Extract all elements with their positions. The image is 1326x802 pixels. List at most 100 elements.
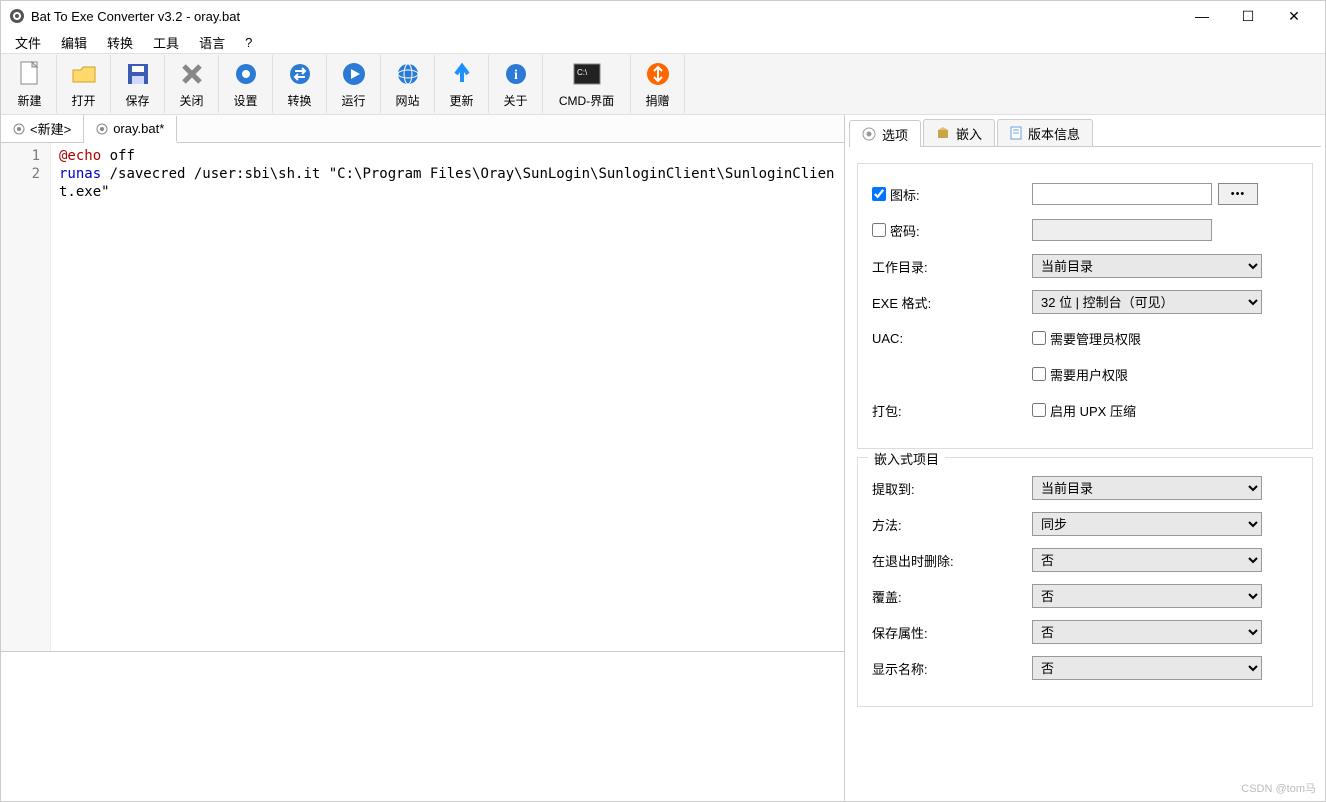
uac-label: UAC: [872, 331, 1032, 346]
line-gutter: 12 [1, 143, 51, 651]
row-password: 密码: [872, 218, 1298, 242]
row-icon: 图标: ••• [872, 182, 1298, 206]
properties-pane: 选项 嵌入 版本信息 图标: ••• 密 [845, 115, 1325, 801]
window-controls: — ☐ ✕ [1179, 1, 1317, 31]
tool-convert[interactable]: 转换 [273, 55, 327, 113]
editor-pane: <新建> oray.bat* 12 @echo off runas /savec… [1, 115, 845, 801]
document-icon [1010, 126, 1022, 140]
menu-convert[interactable]: 转换 [97, 31, 143, 54]
menu-tools[interactable]: 工具 [143, 31, 189, 54]
exefmt-select[interactable]: 32 位 | 控制台（可见） [1032, 290, 1262, 314]
output-pane [1, 651, 844, 801]
right-tabs: 选项 嵌入 版本信息 [849, 119, 1321, 147]
password-checkbox[interactable]: 密码: [872, 221, 1032, 240]
extract-select[interactable]: 当前目录 [1032, 476, 1262, 500]
method-select[interactable]: 同步 [1032, 512, 1262, 536]
folder-open-icon [70, 60, 98, 88]
row-pack: 打包: 启用 UPX 压缩 [872, 398, 1298, 422]
icon-checkbox[interactable]: 图标: [872, 185, 1032, 204]
window-title: Bat To Exe Converter v3.2 - oray.bat [31, 9, 1179, 24]
svg-text:C:\: C:\ [577, 68, 588, 77]
tab-oray[interactable]: oray.bat* [84, 116, 177, 143]
maximize-button[interactable]: ☐ [1225, 1, 1271, 31]
embed-group: 嵌入式项目 提取到:当前目录 方法:同步 在退出时删除:否 覆盖:否 保存属性:… [857, 457, 1313, 707]
gear-icon [232, 60, 260, 88]
tool-about[interactable]: i关于 [489, 55, 543, 113]
row-uac2: 需要用户权限 [872, 362, 1298, 386]
arrow-up-icon [448, 60, 476, 88]
tab-embed[interactable]: 嵌入 [923, 119, 995, 146]
info-icon: i [502, 60, 530, 88]
delete-select[interactable]: 否 [1032, 548, 1262, 572]
close-file-icon [178, 60, 206, 88]
tool-cmd[interactable]: C:\CMD-界面 [543, 55, 631, 113]
menu-language[interactable]: 语言 [189, 31, 235, 54]
row-uac: UAC: 需要管理员权限 [872, 326, 1298, 350]
row-exefmt: EXE 格式: 32 位 | 控制台（可见） [872, 290, 1298, 314]
tab-new[interactable]: <新建> [1, 115, 84, 142]
package-icon [936, 126, 950, 140]
play-icon [340, 60, 368, 88]
app-icon [9, 8, 25, 24]
embed-group-title: 嵌入式项目 [868, 449, 945, 468]
tool-donate[interactable]: 捐赠 [631, 55, 685, 113]
toolbar: 新建 打开 保存 关闭 设置 转换 运行 网站 更新 i关于 C:\CMD-界面… [1, 53, 1325, 115]
overwrite-label: 覆盖: [872, 587, 1032, 606]
delete-label: 在退出时删除: [872, 551, 1032, 570]
titlebar: Bat To Exe Converter v3.2 - oray.bat — ☐… [1, 1, 1325, 31]
display-select[interactable]: 否 [1032, 656, 1262, 680]
tab-label: 嵌入 [956, 124, 982, 143]
tool-save[interactable]: 保存 [111, 55, 165, 113]
donate-icon [644, 60, 672, 88]
gear-small-icon [96, 123, 108, 135]
tool-new[interactable]: 新建 [3, 55, 57, 113]
minimize-button[interactable]: — [1179, 1, 1225, 31]
method-label: 方法: [872, 515, 1032, 534]
extract-label: 提取到: [872, 479, 1032, 498]
upx-checkbox[interactable]: 启用 UPX 压缩 [1032, 401, 1136, 420]
gear-icon [862, 127, 876, 141]
gear-small-icon [13, 123, 25, 135]
icon-browse-button[interactable]: ••• [1218, 183, 1258, 205]
preserve-label: 保存属性: [872, 623, 1032, 642]
tab-label: oray.bat* [113, 121, 164, 136]
tool-website[interactable]: 网站 [381, 55, 435, 113]
uac-admin-checkbox[interactable]: 需要管理员权限 [1032, 329, 1141, 348]
workdir-label: 工作目录: [872, 257, 1032, 276]
watermark: CSDN @tom马 [1241, 780, 1316, 796]
content-area: <新建> oray.bat* 12 @echo off runas /savec… [1, 115, 1325, 801]
icon-input[interactable] [1032, 183, 1212, 205]
tab-options[interactable]: 选项 [849, 120, 921, 147]
tab-label: <新建> [30, 119, 71, 138]
options-panel: 图标: ••• 密码: 工作目录: 当前目录 EXE 格式: 32 位 | 控制… [849, 147, 1321, 797]
workdir-select[interactable]: 当前目录 [1032, 254, 1262, 278]
menu-help[interactable]: ? [235, 33, 262, 52]
uac-user-checkbox[interactable]: 需要用户权限 [1032, 365, 1128, 384]
tool-open[interactable]: 打开 [57, 55, 111, 113]
terminal-icon: C:\ [573, 60, 601, 88]
save-icon [124, 60, 152, 88]
tool-run[interactable]: 运行 [327, 55, 381, 113]
tool-update[interactable]: 更新 [435, 55, 489, 113]
code-editor[interactable]: 12 @echo off runas /savecred /user:sbi\s… [1, 143, 844, 651]
menu-file[interactable]: 文件 [5, 31, 51, 54]
overwrite-select[interactable]: 否 [1032, 584, 1262, 608]
tool-settings[interactable]: 设置 [219, 55, 273, 113]
display-label: 显示名称: [872, 659, 1032, 678]
code-content[interactable]: @echo off runas /savecred /user:sbi\sh.i… [51, 143, 844, 651]
menubar: 文件 编辑 转换 工具 语言 ? [1, 31, 1325, 53]
close-button[interactable]: ✕ [1271, 1, 1317, 31]
tab-label: 版本信息 [1028, 124, 1080, 143]
options-group: 图标: ••• 密码: 工作目录: 当前目录 EXE 格式: 32 位 | 控制… [857, 163, 1313, 449]
editor-tabs: <新建> oray.bat* [1, 115, 844, 143]
row-workdir: 工作目录: 当前目录 [872, 254, 1298, 278]
pack-label: 打包: [872, 401, 1032, 420]
menu-edit[interactable]: 编辑 [51, 31, 97, 54]
tool-close[interactable]: 关闭 [165, 55, 219, 113]
app-window: Bat To Exe Converter v3.2 - oray.bat — ☐… [0, 0, 1326, 802]
svg-text:i: i [514, 68, 518, 83]
tab-label: 选项 [882, 125, 908, 144]
preserve-select[interactable]: 否 [1032, 620, 1262, 644]
exefmt-label: EXE 格式: [872, 293, 1032, 312]
tab-version[interactable]: 版本信息 [997, 119, 1093, 146]
